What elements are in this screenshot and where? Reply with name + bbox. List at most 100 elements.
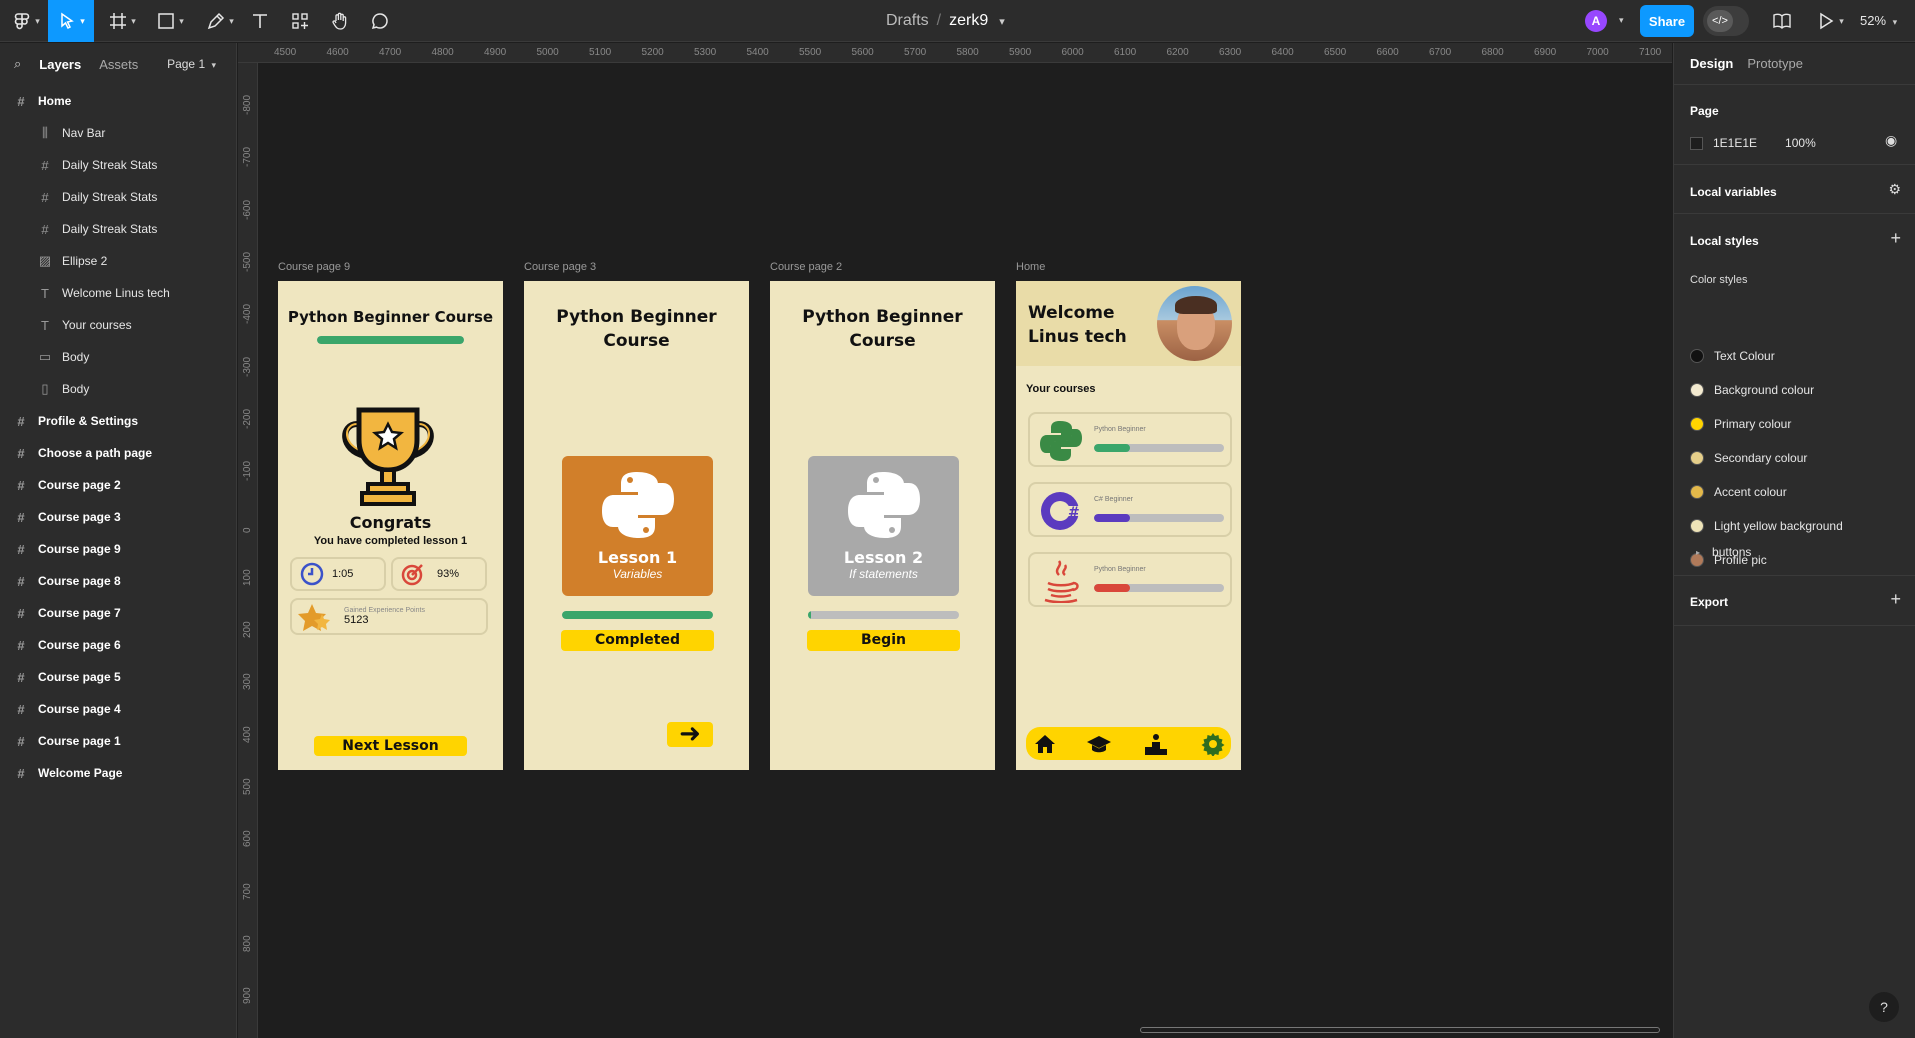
tab-layers[interactable]: Layers	[39, 57, 81, 72]
tab-assets[interactable]: Assets	[99, 57, 138, 72]
chevron-down-icon: ▾	[1839, 15, 1844, 26]
layer-label: Course page 6	[38, 638, 121, 652]
move-tool-button[interactable]: ▾	[48, 0, 94, 42]
frame-course-page-9[interactable]: Python Beginner Course Congrats You have…	[278, 281, 503, 770]
frame-label-course-page-2[interactable]: Course page 2	[770, 261, 842, 273]
color-style-item[interactable]: Accent colour	[1690, 485, 1787, 499]
layer-item[interactable]: ⫼ Nav Bar	[0, 117, 236, 149]
next-arrow-button[interactable]: ➜	[667, 721, 713, 747]
layer-item[interactable]: # Course page 5	[0, 661, 236, 693]
shape-tool-button[interactable]: ▾	[152, 0, 188, 42]
zoom-level[interactable]: 52% ▾	[1860, 13, 1897, 28]
page-background-row[interactable]: 1E1E1E 100%	[1690, 136, 1816, 150]
layer-label: Ellipse 2	[62, 254, 108, 268]
chevron-down-icon[interactable]: ▾	[999, 15, 1005, 28]
breadcrumb-separator: /	[936, 12, 942, 29]
text-tool-button[interactable]	[248, 0, 272, 42]
profile-picture[interactable]	[1157, 286, 1232, 361]
variables-adjust-icon[interactable]: ⚙	[1888, 181, 1901, 198]
course-name: C# Beginner	[1094, 496, 1133, 503]
frame-label-course-page-3[interactable]: Course page 3	[524, 261, 596, 273]
eye-visibility-icon[interactable]: ◉	[1885, 132, 1897, 149]
frame-label-course-page-9[interactable]: Course page 9	[278, 261, 350, 273]
add-export-plus-icon[interactable]: +	[1890, 589, 1901, 610]
breadcrumb-folder[interactable]: Drafts	[886, 12, 929, 30]
horizontal-scrollbar[interactable]	[1140, 1027, 1660, 1033]
completed-button[interactable]: Completed	[561, 630, 714, 651]
layer-item[interactable]: # Course page 4	[0, 693, 236, 725]
layer-item[interactable]: ▨ Ellipse 2	[0, 245, 236, 277]
page-opacity[interactable]: 100%	[1785, 136, 1816, 150]
present-button[interactable]: ▾	[1814, 0, 1846, 42]
frame-home[interactable]: Welcome Linus tech Your courses Python B…	[1016, 281, 1241, 770]
layer-item[interactable]: T Welcome Linus tech	[0, 277, 236, 309]
color-style-item[interactable]: Text Colour	[1690, 349, 1775, 363]
color-style-item[interactable]: Secondary colour	[1690, 451, 1807, 465]
color-style-item[interactable]: Light yellow background	[1690, 519, 1843, 533]
next-lesson-button[interactable]: Next Lesson	[314, 736, 467, 756]
local-variables-heading[interactable]: Local variables	[1690, 185, 1777, 199]
ruler-tick-label: 6400	[1271, 47, 1294, 58]
course-card[interactable]: # C# Beginner	[1028, 482, 1232, 537]
hand-tool-button[interactable]	[328, 0, 352, 42]
layer-item[interactable]: # Course page 7	[0, 597, 236, 629]
layer-item[interactable]: # Course page 2	[0, 469, 236, 501]
settings-gear-icon[interactable]	[1201, 732, 1225, 756]
search-icon[interactable]: ⌕	[14, 56, 21, 72]
svg-text:#: #	[1068, 505, 1080, 521]
color-style-item[interactable]: Background colour	[1690, 383, 1814, 397]
layer-item[interactable]: # Profile & Settings	[0, 405, 236, 437]
properties-panel: Design Prototype Page 1E1E1E 100% ◉ Loca…	[1673, 43, 1915, 1038]
layer-item[interactable]: # Course page 6	[0, 629, 236, 661]
resources-tool-button[interactable]	[288, 0, 312, 42]
leaderboard-icon[interactable]	[1144, 733, 1168, 755]
lesson-1-card[interactable]: Lesson 1 Variables	[562, 456, 713, 596]
layer-item[interactable]: ▯ Body	[0, 373, 236, 405]
comment-tool-button[interactable]	[368, 0, 392, 42]
layer-item[interactable]: # Daily Streak Stats	[0, 213, 236, 245]
ruler-tick-label: 4600	[326, 47, 349, 58]
color-style-item[interactable]: Primary colour	[1690, 417, 1791, 431]
chevron-down-icon[interactable]: ▾	[1619, 15, 1624, 26]
course-card[interactable]: Python Beginner	[1028, 412, 1232, 467]
frame-label-home[interactable]: Home	[1016, 261, 1045, 273]
layer-item[interactable]: # Daily Streak Stats	[0, 149, 236, 181]
layer-item[interactable]: # Course page 1	[0, 725, 236, 757]
layer-item[interactable]: # Course page 3	[0, 501, 236, 533]
frame-course-page-2[interactable]: Python Beginner Course Lesson 2 If state…	[770, 281, 995, 770]
home-icon[interactable]	[1034, 733, 1056, 755]
course-card[interactable]: Python Beginner	[1028, 552, 1232, 607]
page-color-hex[interactable]: 1E1E1E	[1713, 136, 1757, 150]
layer-item[interactable]: # Daily Streak Stats	[0, 181, 236, 213]
frame-tool-button[interactable]: ▾	[104, 0, 140, 42]
lesson-2-card[interactable]: Lesson 2 If statements	[808, 456, 959, 596]
main-menu-button[interactable]: ▾	[6, 0, 46, 42]
layer-item[interactable]: # Home	[0, 85, 236, 117]
layer-item[interactable]: ▭ Body	[0, 341, 236, 373]
layer-item[interactable]: # Course page 8	[0, 565, 236, 597]
file-name[interactable]: zerk9	[949, 12, 988, 30]
graduation-cap-icon[interactable]	[1086, 733, 1112, 755]
add-style-plus-icon[interactable]: +	[1890, 228, 1901, 249]
layer-item[interactable]: # Welcome Page	[0, 757, 236, 789]
export-heading[interactable]: Export	[1690, 595, 1728, 609]
pen-tool-button[interactable]: ▾	[202, 0, 238, 42]
course-progress-bar	[1094, 444, 1224, 452]
frame-course-page-3[interactable]: Python Beginner Course Lesson 1 Variable…	[524, 281, 749, 770]
layer-item[interactable]: # Choose a path page	[0, 437, 236, 469]
begin-button[interactable]: Begin	[807, 630, 960, 651]
layer-label: Body	[62, 382, 90, 396]
buttons-style-group[interactable]: ▸ buttons	[1690, 545, 1751, 559]
page-selector[interactable]: Page 1 ▾	[167, 57, 216, 71]
help-button[interactable]: ?	[1869, 992, 1899, 1022]
dev-mode-toggle[interactable]: </>	[1703, 6, 1749, 36]
tab-design[interactable]: Design	[1690, 56, 1733, 71]
layer-item[interactable]: # Course page 9	[0, 533, 236, 565]
library-button[interactable]	[1770, 0, 1794, 42]
share-button[interactable]: Share	[1640, 5, 1694, 37]
layer-item[interactable]: T Your courses	[0, 309, 236, 341]
nav-bar	[1026, 727, 1231, 760]
page-color-swatch[interactable]	[1690, 136, 1703, 150]
tab-prototype[interactable]: Prototype	[1747, 56, 1803, 71]
user-avatar[interactable]: A	[1585, 10, 1607, 32]
